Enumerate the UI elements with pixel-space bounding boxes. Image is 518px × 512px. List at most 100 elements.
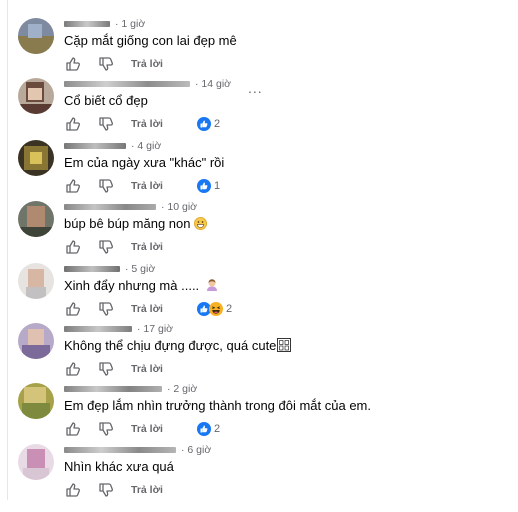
comment-header: · 10 giờ <box>64 200 197 214</box>
grin-emoji-icon <box>193 217 207 233</box>
comment-actions: Trả lời 2 <box>65 421 220 437</box>
comment-time: · 2 giờ <box>167 383 198 395</box>
comment-header: · 2 giờ <box>64 382 197 396</box>
commenter-name[interactable] <box>64 266 120 272</box>
commenter-name[interactable] <box>64 447 176 453</box>
thumbs-down-icon[interactable] <box>98 482 114 498</box>
thumbs-up-icon[interactable] <box>65 116 81 132</box>
avatar[interactable] <box>18 18 54 54</box>
thumbs-up-icon[interactable] <box>65 361 81 377</box>
comment-text-content: Không thể chịu đựng được, quá cute <box>64 338 277 353</box>
reply-button[interactable]: Trả lời <box>131 363 163 375</box>
reply-button[interactable]: Trả lời <box>131 58 163 70</box>
comment-text: Cổ biết cổ đẹp <box>64 93 148 108</box>
thumbs-up-icon[interactable] <box>65 239 81 255</box>
avatar[interactable] <box>18 78 54 114</box>
comment-time: · 17 giờ <box>137 323 174 335</box>
reply-button[interactable]: Trả lời <box>131 484 163 496</box>
comment-time: · 4 giờ <box>131 140 162 152</box>
thumbs-down-icon[interactable] <box>98 239 114 255</box>
comment-item: · 17 giờ Không thể chịu đựng được, quá c… <box>16 321 496 381</box>
comment-actions: Trả lời <box>65 361 197 377</box>
comment-header: · 5 giờ <box>64 262 155 276</box>
comment-actions: Trả lời <box>65 239 197 255</box>
comment-actions: Trả lời 2 <box>65 301 232 317</box>
comment-header: · 14 giờ <box>64 77 231 91</box>
reaction-count: 1 <box>213 180 221 192</box>
comment-time: · 5 giờ <box>125 263 156 275</box>
reaction-count: 2 <box>213 118 221 130</box>
thumbs-down-icon[interactable] <box>98 116 114 132</box>
thumbs-down-icon[interactable] <box>98 361 114 377</box>
reply-button[interactable]: Trả lời <box>131 180 163 192</box>
avatar[interactable] <box>18 263 54 299</box>
thumbs-up-icon[interactable] <box>65 482 81 498</box>
comment-time: · 1 giờ <box>115 18 146 30</box>
comment-header: · 6 giờ <box>64 443 211 457</box>
reaction-summary[interactable]: 2 <box>196 302 233 316</box>
reaction-count: 2 <box>213 423 221 435</box>
comment-actions: Trả lời 2 <box>65 116 220 132</box>
comment-text: Không thể chịu đựng được, quá cute <box>64 338 292 355</box>
reaction-count: 2 <box>225 303 233 315</box>
reply-button[interactable]: Trả lời <box>131 118 163 130</box>
comment-text: Em của ngày xưa "khác" rồi <box>64 155 225 170</box>
comment-actions: Trả lời <box>65 482 197 498</box>
comment-text-content: búp bê búp măng non <box>64 216 191 231</box>
thumbs-down-icon[interactable] <box>98 421 114 437</box>
like-reaction-icon <box>196 117 211 131</box>
comment-text: Nhìn khác xưa quá <box>64 459 174 474</box>
like-reaction-icon <box>196 179 211 193</box>
thumbs-up-icon[interactable] <box>65 421 81 437</box>
reaction-summary[interactable]: 1 <box>196 179 221 193</box>
reply-button[interactable]: Trả lời <box>131 241 163 253</box>
thumbs-down-icon[interactable] <box>98 56 114 72</box>
comment-item: · 2 giờ Em đẹp lắm nhìn trưởng thành tro… <box>16 381 496 441</box>
commenter-name[interactable] <box>64 143 126 149</box>
reply-button[interactable]: Trả lời <box>131 303 163 315</box>
more-options-button[interactable]: ... <box>248 80 263 96</box>
comment-text-content: Xinh đẩy nhưng mà ..... <box>64 278 200 293</box>
comment-item: · 5 giờ Xinh đẩy nhưng mà ..... Trả lời … <box>16 261 496 321</box>
comment-text: Xinh đẩy nhưng mà ..... <box>64 278 219 295</box>
commenter-name[interactable] <box>64 81 190 87</box>
commenter-name[interactable] <box>64 204 156 210</box>
comment-item: · 14 giờ ... Cổ biết cổ đẹp Trả lời 2 <box>16 76 496 136</box>
commenter-name[interactable] <box>64 21 110 27</box>
comment-item: · 10 giờ búp bê búp măng non Trả lời <box>16 199 496 259</box>
commenter-name[interactable] <box>64 386 162 392</box>
feed-divider <box>7 0 8 500</box>
comment-actions: Trả lời 1 <box>65 178 220 194</box>
comment-item: · 1 giờ Cặp mắt giống con lai đẹp mê Trả… <box>16 16 496 76</box>
avatar[interactable] <box>18 201 54 237</box>
comment-item: · 4 giờ Em của ngày xưa "khác" rồi Trả l… <box>16 138 496 198</box>
avatar[interactable] <box>18 140 54 176</box>
comment-header: · 1 giờ <box>64 17 145 31</box>
thumbs-down-icon[interactable] <box>98 301 114 317</box>
avatar[interactable] <box>18 444 54 480</box>
comment-time: · 14 giờ <box>195 78 232 90</box>
reaction-summary[interactable]: 2 <box>196 117 221 131</box>
thumbs-down-icon[interactable] <box>98 178 114 194</box>
thumbs-up-icon[interactable] <box>65 56 81 72</box>
thumbs-up-icon[interactable] <box>65 301 81 317</box>
avatar[interactable] <box>18 323 54 359</box>
comment-text: Em đẹp lắm nhìn trưởng thành trong đôi m… <box>64 398 371 413</box>
comment-time: · 10 giờ <box>161 201 198 213</box>
comment-time: · 6 giờ <box>181 444 212 456</box>
comment-header: · 17 giờ <box>64 322 173 336</box>
haha-reaction-icon <box>208 302 223 316</box>
comment-text: búp bê búp măng non <box>64 216 207 233</box>
thumbs-up-icon[interactable] <box>65 178 81 194</box>
comment-actions: Trả lời <box>65 56 197 72</box>
person-emoji-icon <box>205 278 219 295</box>
commenter-name[interactable] <box>64 326 132 332</box>
avatar[interactable] <box>18 383 54 419</box>
reply-button[interactable]: Trả lời <box>131 423 163 435</box>
comment-item: · 6 giờ Nhìn khác xưa quá Trả lời <box>16 442 496 502</box>
tofu-glyph-icon <box>277 338 292 355</box>
reaction-summary[interactable]: 2 <box>196 422 221 436</box>
comment-text: Cặp mắt giống con lai đẹp mê <box>64 33 237 48</box>
comment-header: · 4 giờ <box>64 139 161 153</box>
like-reaction-icon <box>196 422 211 436</box>
